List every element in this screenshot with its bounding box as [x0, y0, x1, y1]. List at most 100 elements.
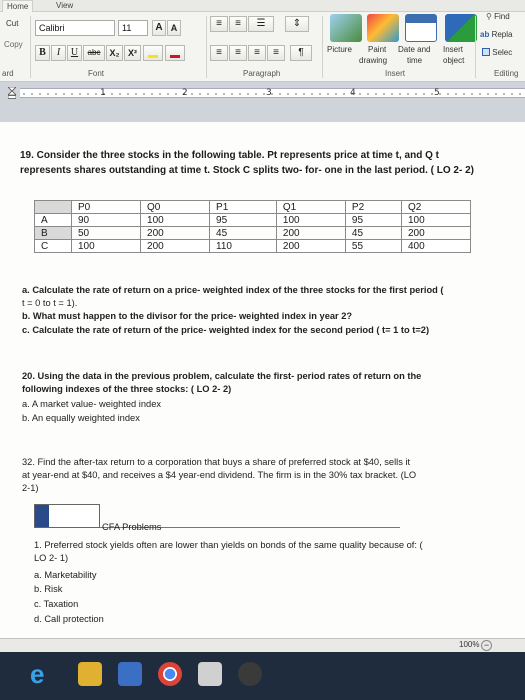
table-cell: 90 [70, 213, 142, 227]
picture-label[interactable]: Picture [327, 45, 352, 54]
align-left-icon: ≡ [216, 47, 222, 58]
file-explorer-icon[interactable] [78, 662, 102, 686]
find-button[interactable]: ⚲ Find [486, 12, 510, 21]
copy-button[interactable]: Copy [4, 40, 23, 49]
decrease-indent-button[interactable]: ≡ [210, 16, 228, 32]
font-color-button[interactable] [165, 45, 185, 61]
clipboard-group-label: ard [2, 69, 14, 78]
indent-marker-icon[interactable] [8, 87, 16, 99]
ribbon-tabs: Home View [0, 0, 525, 12]
drawing-label[interactable]: drawing [359, 56, 387, 65]
ruler-strip[interactable]: 1 2 3 4 5 [20, 88, 525, 98]
tab-view[interactable]: View [52, 0, 77, 11]
underline-button[interactable]: U [67, 45, 82, 61]
calendar-icon[interactable] [405, 14, 437, 42]
highlight-button[interactable] [143, 45, 163, 61]
bold-button[interactable]: B [35, 45, 50, 61]
line-spacing-button[interactable]: ⇕ [285, 16, 309, 32]
cut-button[interactable]: Cut [6, 19, 18, 28]
strikethrough-button[interactable]: abc [83, 45, 105, 61]
table-cell: 200 [140, 226, 211, 240]
replace-icon: ab [480, 30, 490, 39]
question-19a: a. Calculate the rate of return on a pri… [22, 284, 444, 310]
justify-button[interactable]: ≡ [267, 45, 285, 61]
cfa-title: CFA Problems [102, 522, 162, 532]
chrome-icon[interactable] [158, 662, 182, 686]
time-label[interactable]: time [407, 56, 422, 65]
zoom-out-button[interactable]: − [481, 640, 492, 651]
cfa-option-a: a. Marketability [34, 570, 97, 580]
cfa-question-1-line-1: 1. Preferred stock yields often are lowe… [34, 540, 423, 550]
question-32: 32. Find the after-tax return to a corpo… [22, 456, 416, 495]
insert-object-icon[interactable] [445, 14, 477, 42]
object-label[interactable]: object [443, 56, 464, 65]
ruler-number: 5 [434, 88, 440, 98]
word-processor-icon[interactable] [198, 662, 222, 686]
select-button[interactable]: Selec [482, 48, 512, 57]
select-icon [482, 48, 490, 56]
tab-home[interactable]: Home [2, 0, 34, 12]
align-left-button[interactable]: ≡ [210, 45, 228, 61]
table-cell: 100 [70, 239, 142, 253]
divider [206, 16, 207, 78]
question-32-line-3: 2-1) [22, 483, 39, 493]
replace-label: Repla [491, 30, 513, 39]
paragraph-button[interactable]: ¶ [290, 45, 312, 61]
paint-label[interactable]: Paint [368, 45, 386, 54]
subscript-button[interactable]: X₂ [106, 45, 123, 61]
question-20-line-2: following indexes of the three stocks: (… [22, 384, 232, 394]
table-cell: 100 [140, 213, 211, 227]
align-right-button[interactable]: ≡ [248, 45, 266, 61]
italic-button[interactable]: I [51, 45, 66, 61]
cfa-logo-mark [35, 505, 49, 527]
bullets-button[interactable]: ☰ [248, 16, 274, 32]
table-row: C 100 200 110 200 55 400 [34, 239, 472, 253]
table-cell: 200 [400, 226, 472, 240]
divider [475, 16, 476, 78]
justify-icon: ≡ [273, 47, 279, 58]
table-cell: 95 [344, 213, 402, 227]
table-cell: 200 [275, 226, 346, 240]
paragraph-group-label: Paragraph [243, 69, 281, 78]
question-19-line-1: 19. Consider the three stocks in the fol… [20, 150, 439, 161]
table-corner-cell [34, 200, 72, 214]
media-player-icon[interactable] [118, 662, 142, 686]
taskbar: e [0, 652, 525, 700]
divider [30, 16, 31, 78]
shrink-font-button[interactable]: A [167, 20, 181, 36]
superscript-button[interactable]: X² [124, 45, 141, 61]
steam-icon[interactable] [238, 662, 262, 686]
calendar-header [406, 15, 436, 23]
cfa-question-1-line-2: LO 2- 1) [34, 553, 69, 563]
indent-icon: ≡ [216, 18, 222, 29]
line-spacing-icon: ⇕ [292, 18, 302, 29]
highlighter-icon [148, 55, 158, 58]
cfa-option-b: b. Risk [34, 584, 63, 594]
internet-explorer-icon[interactable]: e [30, 661, 54, 687]
table-row: B 50 200 45 200 45 200 [34, 226, 472, 240]
align-right-icon: ≡ [254, 47, 260, 58]
table-header-row: P0 Q0 P1 Q1 P2 Q2 [34, 200, 472, 214]
question-19c: c. Calculate the rate of return of the p… [22, 325, 430, 335]
cfa-option-d: d. Call protection [34, 614, 104, 624]
editing-group-label: Editing [494, 69, 519, 78]
select-label: Selec [492, 48, 513, 57]
paint-icon[interactable] [367, 14, 399, 42]
increase-indent-button[interactable]: ≡ [229, 16, 247, 32]
font-name-box[interactable]: Calibri [35, 20, 115, 36]
question-32-line-2: at year-end at $40, and receives a $4 ye… [22, 470, 417, 480]
document-page[interactable]: 19. Consider the three stocks in the fol… [0, 122, 525, 652]
question-20: 20. Using the data in the previous probl… [22, 370, 421, 396]
font-size-box[interactable]: 11 [118, 20, 148, 36]
ruler-number: 3 [266, 88, 272, 98]
datetime-label[interactable]: Date and [398, 45, 430, 54]
replace-button[interactable]: ab Repla [480, 30, 512, 39]
table-header-cell: Q0 [140, 200, 211, 214]
picture-icon[interactable] [330, 14, 362, 42]
table-row: A 90 100 95 100 95 100 [34, 213, 472, 227]
insert-object-label[interactable]: Insert [443, 45, 463, 54]
grow-font-button[interactable]: A [152, 20, 166, 36]
align-center-button[interactable]: ≡ [229, 45, 247, 61]
table-header-cell: P0 [70, 200, 142, 214]
indent-icon: ≡ [235, 18, 241, 29]
